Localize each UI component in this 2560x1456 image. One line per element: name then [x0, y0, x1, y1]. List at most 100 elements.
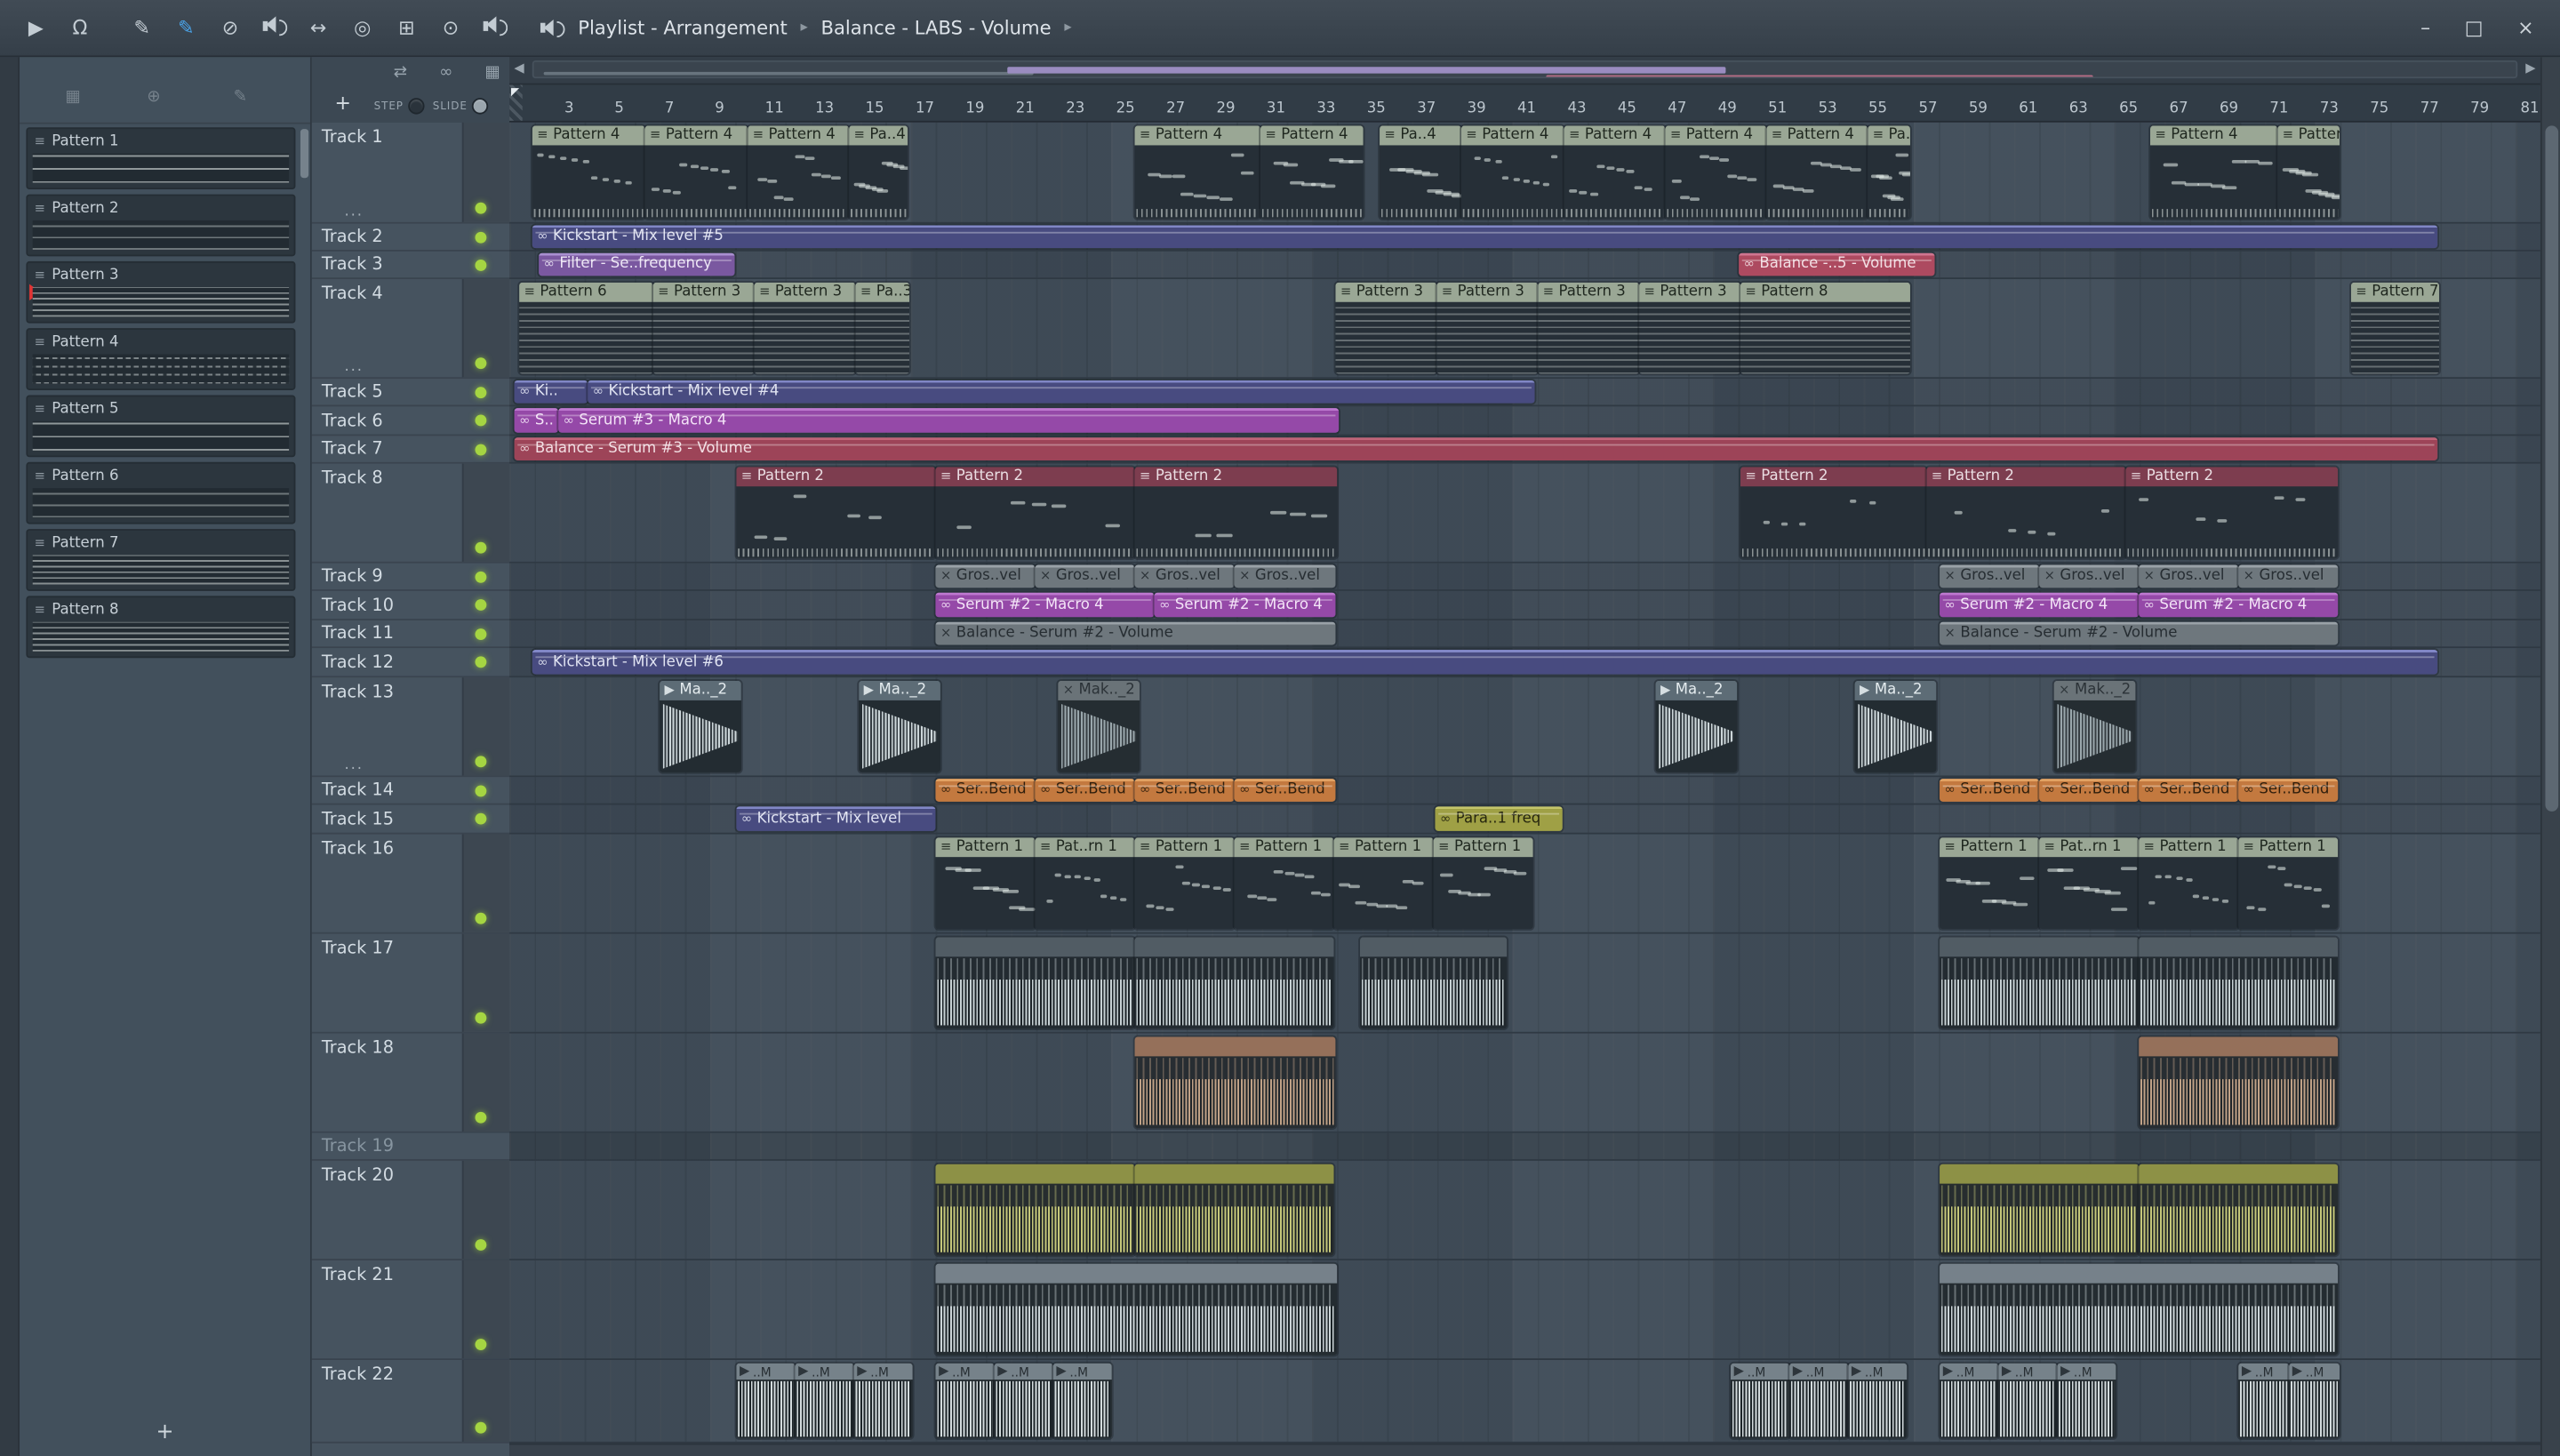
maximize-button[interactable]: □	[2465, 16, 2484, 39]
track-header-5[interactable]: Track 5	[311, 379, 510, 407]
audio-clip[interactable]: ▶ Ma.._2	[660, 680, 741, 772]
track-mute-led[interactable]	[475, 1012, 487, 1024]
audiosm-clip[interactable]: ▶ ..M	[853, 1363, 913, 1439]
pattern-clip[interactable]: ≡ Pattern 1	[1333, 837, 1434, 930]
track-lane-5[interactable]: ∞ Ki.. ∞ Kickstart - Mix level #4	[509, 379, 2540, 407]
pattern-clip[interactable]: ≡ Pa..4	[1868, 125, 1910, 220]
pattern-clip[interactable]: ≡ Pattern 4	[1260, 125, 1364, 220]
track-header-15[interactable]: Track 15	[311, 804, 510, 835]
slip-tool-icon[interactable]: ↔	[305, 15, 331, 41]
pattern-clip[interactable]: ≡ Pattern 3	[1639, 282, 1740, 374]
track-mute-led[interactable]	[475, 230, 487, 243]
pattern-clip[interactable]: ≡ Pattern 3	[1538, 282, 1640, 374]
muted-clip[interactable]: × Gros..vel	[1035, 564, 1135, 588]
draw-tool-icon[interactable]: ✎	[129, 15, 155, 41]
auto-clip[interactable]: ∞ Ser..Bend	[2039, 779, 2140, 802]
track-mute-led[interactable]	[475, 1239, 487, 1251]
track-header-19[interactable]: Track 19	[311, 1132, 510, 1161]
auto-clip[interactable]: ∞ Serum #2 - Macro 4	[1154, 592, 1336, 618]
track-mute-led[interactable]	[475, 812, 487, 825]
scroll-right-arrow-icon[interactable]: ▶	[2521, 60, 2540, 76]
audiosm-clip[interactable]: ▶ ..M	[994, 1363, 1053, 1439]
track-mute-led[interactable]	[475, 202, 487, 214]
add-track-button[interactable]: +	[335, 92, 351, 115]
track-lane-17[interactable]	[509, 933, 2540, 1034]
track-lane-2[interactable]: ∞ Kickstart - Mix level #5	[509, 223, 2540, 252]
wave-clip[interactable]	[2139, 1164, 2339, 1256]
track-mute-led[interactable]	[475, 443, 487, 455]
paint-tool-icon[interactable]: ✎	[173, 15, 199, 41]
pattern-item-4[interactable]: ≡ Pattern 4	[26, 328, 296, 390]
muted-clip[interactable]: × Gros..vel	[2238, 564, 2339, 588]
pattern-clip[interactable]: ≡ Pattern 4	[644, 125, 748, 220]
pattern-clip[interactable]: ≡ Pattern 1	[1433, 837, 1533, 930]
auto-clip[interactable]: ∞ Balance - Serum #3 - Volume	[514, 437, 2438, 460]
track-header-21[interactable]: Track 21	[311, 1260, 510, 1360]
pattern-grid-icon[interactable]: ▦	[65, 88, 80, 106]
overview-scrollbar[interactable]: ◀ ▶	[509, 57, 2540, 85]
auto-clip[interactable]: ∞ Ser..Bend	[935, 779, 1036, 802]
pattern-clip[interactable]: ≡ Pattern 1	[1940, 837, 2040, 930]
pattern-clip[interactable]: ≡ Pattern 6	[519, 282, 653, 374]
track-header-18[interactable]: Track 18	[311, 1033, 510, 1133]
zoom-tool-icon[interactable]: ⊞	[394, 15, 420, 41]
pattern-clip[interactable]: ≡ Pattern 4	[748, 125, 850, 220]
pattern-clip[interactable]: ≡ Pattern 4	[1134, 125, 1260, 220]
muted-clip[interactable]: × Gros..vel	[935, 564, 1036, 588]
track-lane-16[interactable]: ≡ Pattern 1 ≡ Pat..rn 1 ≡ Pattern 1 ≡ Pattern 1…	[509, 834, 2540, 934]
pattern-item-2[interactable]: ≡ Pattern 2	[26, 194, 296, 257]
arrange-icon[interactable]: ⇄	[394, 64, 407, 82]
audio-clip[interactable]: ▶ Ma.._2	[859, 680, 940, 772]
audio-clip[interactable]: × Mak.._2	[1058, 680, 1140, 772]
audiosm-clip[interactable]: ▶ ..M	[1998, 1363, 2058, 1439]
pattern-clip[interactable]: ≡ Pa..4	[849, 125, 908, 220]
playhead-marker[interactable]	[510, 88, 520, 97]
track-mute-led[interactable]	[475, 756, 487, 768]
track-lane-6[interactable]: ∞ S.. ∞ Serum #3 - Macro 4	[509, 406, 2540, 436]
pattern-clip[interactable]: ≡ Pattern 4	[2149, 125, 2278, 220]
wave-clip[interactable]	[1134, 937, 1334, 1029]
auto-clip[interactable]: ∞ Filter - Se..frequency	[539, 252, 735, 276]
auto-clip[interactable]: ∞ Ser..Bend	[2139, 779, 2239, 802]
audio-clip[interactable]: ▶ Ma.._2	[1854, 680, 1937, 772]
wave-clip[interactable]	[1359, 937, 1508, 1029]
auto-clip[interactable]: ∞ Ser..Bend	[1035, 779, 1135, 802]
pattern-clip[interactable]: ≡ Pattern 1	[2139, 837, 2239, 930]
muted-clip[interactable]: × Gros..vel	[2039, 564, 2140, 588]
pattern-item-6[interactable]: ≡ Pattern 6	[26, 461, 296, 524]
track-mute-led[interactable]	[475, 1111, 487, 1124]
pattern-clip[interactable]: ≡ Pattern 2	[1134, 467, 1338, 559]
audiosm-clip[interactable]: ▶ ..M	[935, 1363, 995, 1439]
audiosm-clip[interactable]: ▶ ..M	[1789, 1363, 1849, 1439]
slide-toggle[interactable]: SLIDE	[433, 98, 489, 115]
auto-clip[interactable]: ∞ Ser..Bend	[2238, 779, 2339, 802]
track-header-13[interactable]: Track 13...	[311, 677, 510, 778]
track-header-10[interactable]: Track 10	[311, 590, 510, 620]
track-lane-11[interactable]: × Balance - Serum #2 - Volume × Balance - S…	[509, 620, 2540, 649]
track-lane-1[interactable]: ≡ Pattern 4 ≡ Pattern 4 ≡ Pattern 4 ≡ Pa..4 ≡ Pat…	[509, 122, 2540, 224]
track-mute-led[interactable]	[475, 259, 487, 270]
track-lane-20[interactable]	[509, 1160, 2540, 1260]
wave-clip[interactable]	[1940, 1164, 2140, 1256]
pattern-clip[interactable]: ≡ Pattern 1	[1134, 837, 1235, 930]
track-lane-13[interactable]: ▶ Ma.._2 ▶ Ma.._2 × Mak.._2 ▶ Ma.._2 ▶ Ma.._2 × Mak…	[509, 677, 2540, 778]
track-header-11[interactable]: Track 11	[311, 620, 510, 649]
pattern-item-5[interactable]: ≡ Pattern 5	[26, 395, 296, 458]
audiosm-clip[interactable]: ▶ ..M	[1848, 1363, 1908, 1439]
track-lane-8[interactable]: ≡ Pattern 2 ≡ Pattern 2 ≡ Pattern 2 ≡ Pattern 2…	[509, 463, 2540, 564]
pattern-clip[interactable]: ≡ Pattern 2	[1740, 467, 1927, 559]
track-lane-3[interactable]: ∞ Filter - Se..frequency ∞ Balance -..5 - V…	[509, 251, 2540, 280]
track-mute-led[interactable]	[475, 784, 487, 796]
auto-clip[interactable]: ∞ Ser..Bend	[1940, 779, 2040, 802]
track-lane-4[interactable]: ≡ Pattern 6 ≡ Pattern 3 ≡ Pattern 3 ≡ Pa..3 ≡ Pat…	[509, 279, 2540, 380]
auto-clip[interactable]: ∞ Serum #2 - Macro 4	[2139, 592, 2339, 618]
audiosm-clip[interactable]: ▶ ..M	[2057, 1363, 2116, 1439]
audiosm-clip[interactable]: ▶ ..M	[1052, 1363, 1112, 1439]
pattern-clip[interactable]: ≡ Pattern 3	[652, 282, 755, 374]
pattern-clip[interactable]: ≡ Pattern 2	[935, 467, 1135, 559]
muted-clip[interactable]: × Gros..vel	[1940, 564, 2040, 588]
pattern-clip[interactable]: ≡ Pattern 3	[1335, 282, 1437, 374]
audiosm-clip[interactable]: ▶ ..M	[795, 1363, 854, 1439]
song-minimap[interactable]	[532, 60, 2518, 79]
auto-clip[interactable]: ∞ Ser..Bend	[1134, 779, 1235, 802]
